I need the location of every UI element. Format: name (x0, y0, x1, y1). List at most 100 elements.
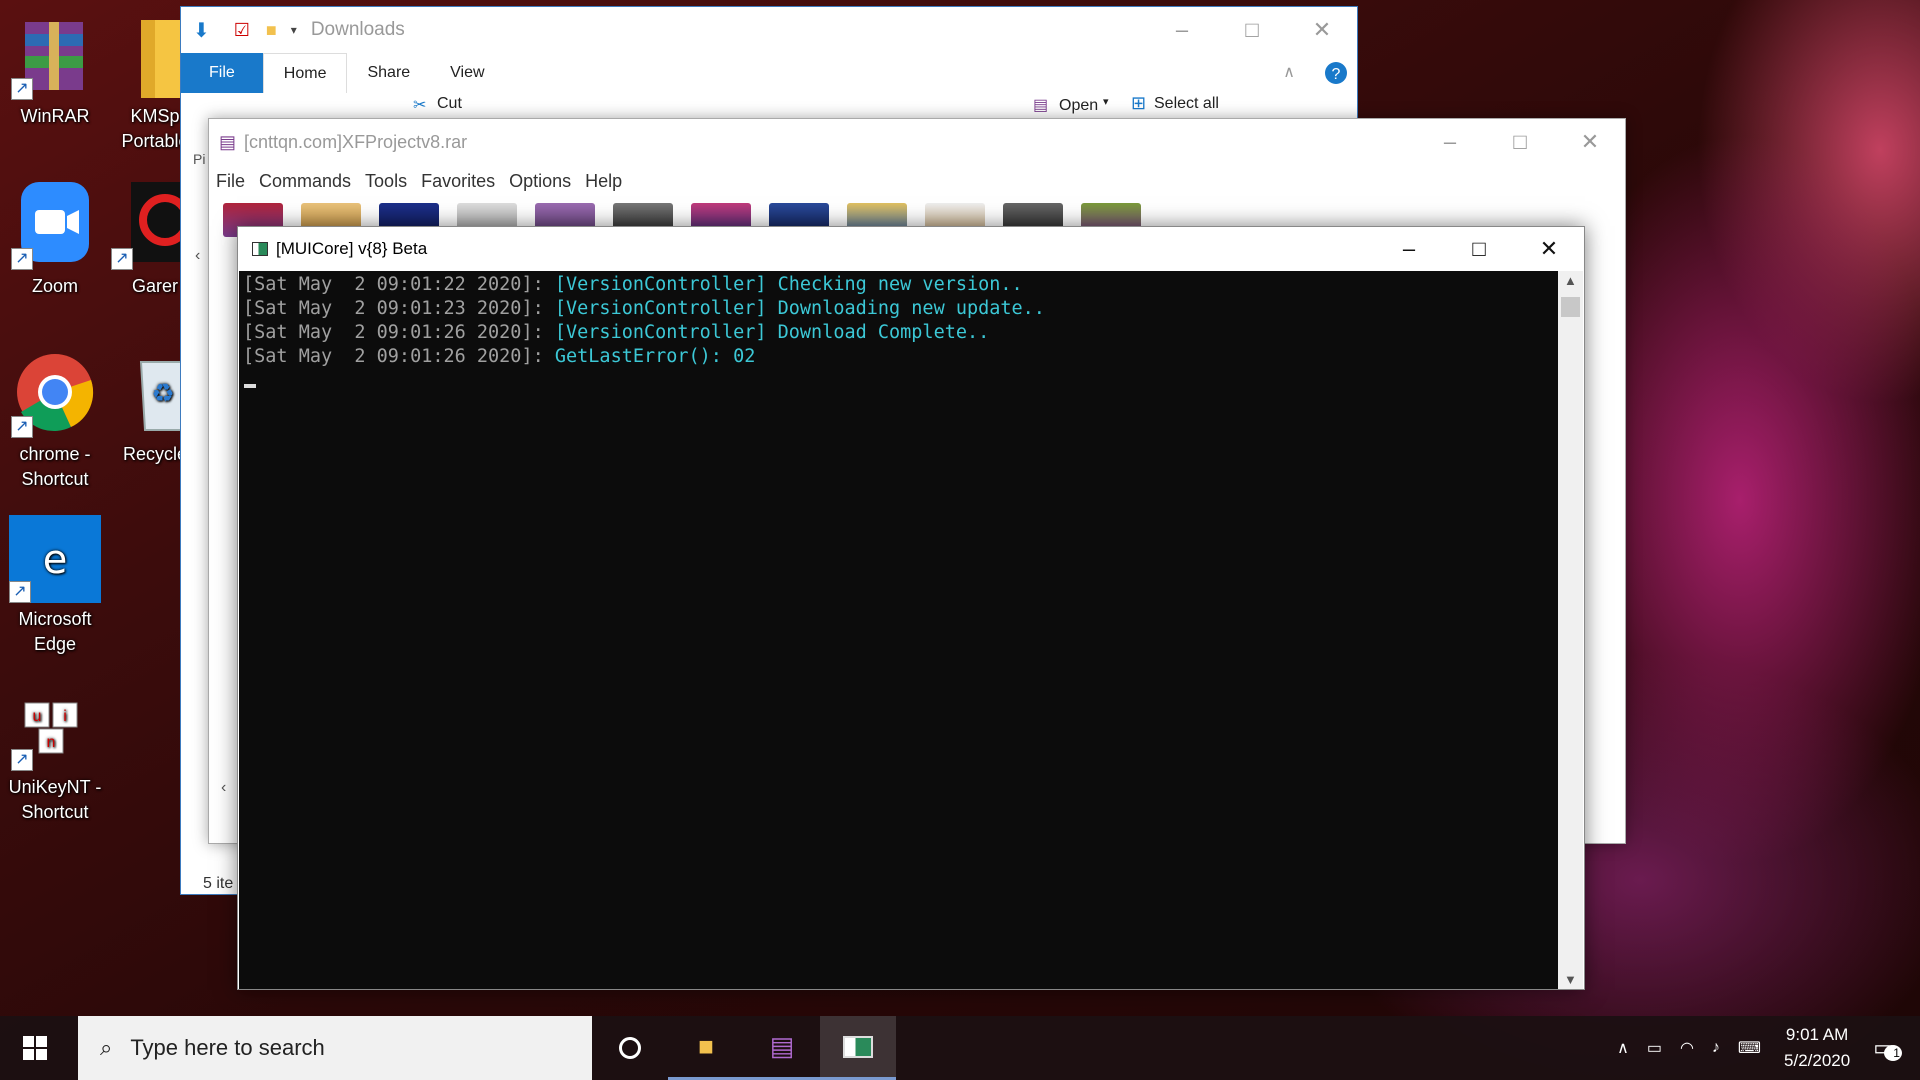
minimize-button[interactable]: – (1374, 227, 1444, 271)
folder-icon: ■ (698, 1031, 714, 1061)
console-line: [Sat May 2 09:01:23 2020]: [VersionContr… (243, 298, 1045, 319)
taskbar: ⌕ Type here to search ■ ▤ ∧ ▭ ◠ ♪ ⌨ 9:01… (0, 1016, 1920, 1080)
svg-text:n: n (47, 734, 56, 751)
scrollbar-thumb[interactable] (1561, 297, 1580, 317)
desktop-icon-label: WinRAR (20, 106, 90, 126)
ribbon-commands: ✂ Cut ▤ Open ▾ ⊞ Select all (181, 93, 1357, 117)
tab-view[interactable]: View (430, 53, 504, 93)
keyboard-icon[interactable]: ⌨ (1729, 1038, 1770, 1058)
desktop-icon-label-2: Edge (33, 634, 77, 654)
windows-icon (23, 1036, 47, 1060)
volume-icon[interactable]: ♪ (1703, 1039, 1729, 1057)
unikey-icon: u in ↗ (11, 683, 99, 771)
svg-text:?: ? (1332, 66, 1341, 83)
shortcut-arrow-icon: ↗ (11, 78, 33, 100)
tab-home[interactable]: Home (262, 53, 348, 93)
start-button[interactable] (0, 1016, 70, 1080)
shortcut-arrow-icon: ↗ (11, 749, 33, 771)
wifi-icon[interactable]: ◠ (1671, 1038, 1703, 1058)
desktop-icon-unikey[interactable]: u in ↗ UniKeyNT - Shortcut (0, 683, 110, 825)
open-button[interactable]: Open (1059, 97, 1098, 115)
clock-time: 9:01 AM (1785, 1025, 1849, 1044)
svg-text:e: e (43, 537, 68, 583)
notification-count-badge: 1 (1884, 1045, 1903, 1061)
help-icon[interactable]: ? (1315, 53, 1357, 93)
scroll-left-chevron-icon[interactable]: ‹ (221, 779, 226, 797)
console-titlebar[interactable]: [MUICore] v{8} Beta – □ ✕ (238, 227, 1584, 271)
notification-center-icon[interactable]: ▭ 1 (1864, 1035, 1920, 1061)
cut-icon[interactable]: ✂ (413, 95, 426, 115)
winrar-menubar: File Commands Tools Favorites Options He… (209, 165, 1625, 197)
desktop-icon-label-2: Shortcut (21, 469, 89, 489)
maximize-button[interactable]: □ (1217, 7, 1287, 53)
tab-share[interactable]: Share (347, 53, 430, 93)
desktop-icon-chrome[interactable]: ↗ chrome - Shortcut (0, 350, 110, 492)
tab-file[interactable]: File (181, 53, 263, 93)
minimize-button[interactable]: – (1147, 7, 1217, 53)
taskbar-file-explorer[interactable]: ■ (668, 1016, 744, 1080)
menu-commands[interactable]: Commands (252, 171, 358, 192)
chrome-icon: ↗ (11, 350, 99, 438)
scroll-up-chevron-icon[interactable]: ▲ (1564, 273, 1577, 288)
console-scrollbar[interactable]: ▲ ▼ (1558, 271, 1583, 989)
svg-text:♻: ♻ (151, 378, 174, 408)
taskbar-console[interactable] (820, 1016, 896, 1080)
item-count-partial: 5 ite (203, 875, 234, 892)
svg-text:u: u (33, 708, 42, 725)
desktop-icon-label: chrome - (19, 444, 91, 464)
search-placeholder: Type here to search (130, 1035, 325, 1060)
cut-button[interactable]: Cut (437, 95, 462, 113)
show-hidden-icons-chevron-icon[interactable]: ∧ (1608, 1038, 1638, 1058)
zoom-icon: ↗ (11, 182, 99, 270)
console-line: [Sat May 2 09:01:26 2020]: GetLastError(… (243, 346, 756, 367)
customize-toolbar-chevron-icon[interactable]: ▾ (291, 23, 297, 37)
select-all-button[interactable]: Select all (1154, 95, 1219, 113)
close-button[interactable]: ✕ (1514, 227, 1584, 271)
desktop-icon-label: UniKeyNT - (8, 777, 102, 797)
search-icon: ⌕ (100, 1035, 113, 1060)
open-dropdown-chevron-icon[interactable]: ▾ (1103, 95, 1109, 108)
desktop-icon-label: Microsoft (18, 609, 92, 629)
winrar-titlebar[interactable]: ▤ [cnttqn.com]XFProjectv8.rar – □ ✕ (209, 119, 1625, 165)
menu-help[interactable]: Help (578, 171, 629, 192)
battery-icon[interactable]: ▭ (1638, 1038, 1671, 1058)
ribbon-tabs: File Home Share View ∧ ? (181, 53, 1357, 93)
maximize-button[interactable]: □ (1444, 227, 1514, 271)
minimize-button[interactable]: – (1415, 119, 1485, 165)
winrar-app-icon: ▤ (219, 131, 237, 152)
desktop-icon-winrar[interactable]: ↗ WinRAR (0, 12, 110, 129)
taskbar-winrar[interactable]: ▤ (744, 1016, 820, 1080)
close-button[interactable]: ✕ (1555, 119, 1625, 165)
taskbar-clock[interactable]: 9:01 AM 5/2/2020 (1770, 1022, 1864, 1074)
console-title: [MUICore] v{8} Beta (276, 239, 428, 258)
console-line: [Sat May 2 09:01:22 2020]: [VersionContr… (243, 274, 1023, 295)
cortana-button[interactable] (592, 1016, 668, 1080)
menu-options[interactable]: Options (502, 171, 578, 192)
desktop-icon-zoom[interactable]: ↗ Zoom (0, 182, 110, 299)
scroll-down-chevron-icon[interactable]: ▼ (1564, 972, 1577, 987)
shortcut-arrow-icon: ↗ (11, 248, 33, 270)
explorer-title: Downloads (310, 19, 405, 40)
shortcut-arrow-icon: ↗ (11, 416, 33, 438)
console-output[interactable]: [Sat May 2 09:01:22 2020]: [VersionContr… (239, 271, 1559, 989)
menu-file[interactable]: File (209, 171, 252, 192)
ribbon-collapse-chevron-icon[interactable]: ∧ (1263, 53, 1315, 93)
menu-tools[interactable]: Tools (358, 171, 414, 192)
quick-access-down-arrow-icon[interactable]: ⬇ (193, 18, 210, 43)
menu-favorites[interactable]: Favorites (414, 171, 502, 192)
new-folder-icon[interactable]: ■ (266, 20, 277, 41)
console-app-icon (252, 242, 268, 256)
nav-back-chevron-icon[interactable]: ‹ (195, 247, 200, 265)
maximize-button[interactable]: □ (1485, 119, 1555, 165)
select-all-icon: ⊞ (1131, 93, 1147, 113)
properties-icon[interactable]: ☑ (234, 20, 250, 41)
console-window[interactable]: [MUICore] v{8} Beta – □ ✕ [Sat May 2 09:… (237, 226, 1585, 990)
desktop-icon-edge[interactable]: e ↗ Microsoft Edge (0, 515, 110, 657)
explorer-titlebar[interactable]: ⬇ ☑ ■ ▾ Downloads – □ ✕ (181, 7, 1357, 53)
taskbar-search-box[interactable]: ⌕ Type here to search (78, 1016, 592, 1080)
desktop-icon-label: Zoom (31, 276, 78, 296)
close-button[interactable]: ✕ (1287, 7, 1357, 53)
shortcut-arrow-icon: ↗ (111, 248, 133, 270)
system-tray: ∧ ▭ ◠ ♪ ⌨ 9:01 AM 5/2/2020 ▭ 1 (1608, 1016, 1920, 1080)
desktop-icon-label-2: Shortcut (21, 802, 89, 822)
